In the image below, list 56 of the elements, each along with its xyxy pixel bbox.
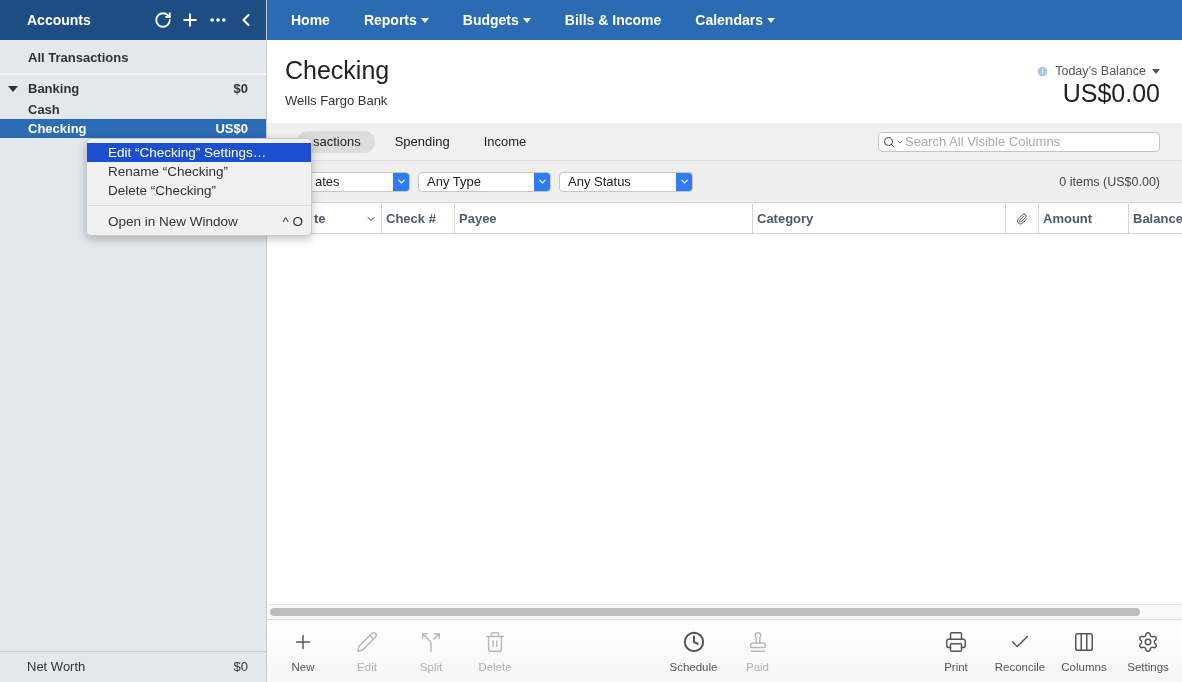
- chevron-down-icon[interactable]: [678, 176, 690, 187]
- all-transactions-item[interactable]: All Transactions: [0, 40, 266, 75]
- balance-label[interactable]: Today’s Balance: [1055, 64, 1146, 78]
- caret-icon[interactable]: [767, 17, 775, 23]
- toolbar-button[interactable]: Settings: [1116, 629, 1180, 673]
- account-item[interactable]: Cash: [0, 100, 266, 119]
- nav-link[interactable]: Reports: [363, 12, 429, 28]
- toolbar-button[interactable]: Columns: [1052, 629, 1116, 673]
- column-header[interactable]: Category: [753, 204, 1006, 233]
- column-header[interactable]: Balance: [1129, 204, 1182, 233]
- toolbar-button[interactable]: New: [271, 629, 335, 673]
- caret-icon[interactable]: [1152, 68, 1160, 74]
- column-header[interactable]: Payee: [455, 204, 753, 233]
- printer-icon: [945, 631, 967, 653]
- chevron-down-icon[interactable]: [395, 176, 407, 187]
- caret-icon[interactable]: [522, 17, 531, 23]
- view-tab[interactable]: Income: [469, 130, 541, 153]
- filter-dropdown[interactable]: Any Status: [559, 171, 693, 192]
- column-header[interactable]: Amount: [1039, 204, 1129, 233]
- refresh-icon[interactable]: [154, 11, 172, 29]
- group-name[interactable]: Banking: [28, 81, 234, 96]
- search-field[interactable]: Search All Visible Columns: [878, 131, 1160, 152]
- columns-icon: [1073, 631, 1095, 653]
- toolbar-button[interactable]: Reconcile: [988, 629, 1052, 673]
- caret-icon[interactable]: [420, 17, 429, 23]
- nav-link[interactable]: Budgets: [462, 12, 531, 28]
- paperclip-icon[interactable]: [1016, 212, 1028, 225]
- clock-icon: [682, 631, 705, 653]
- chevron-down-icon[interactable]: [536, 176, 548, 187]
- toolbar-button[interactable]: Schedule: [661, 629, 726, 673]
- search-input[interactable]: Search All Visible Columns: [905, 133, 1155, 150]
- account-title: Checking: [285, 56, 391, 85]
- net-worth-value: $0: [233, 659, 248, 674]
- account-item[interactable]: Checking US$0: [0, 119, 266, 138]
- balance-value: US$0.00: [1062, 79, 1160, 108]
- pencil-icon: [356, 631, 378, 653]
- search-icon[interactable]: [883, 135, 904, 148]
- items-summary: 0 items (US$0.00): [1059, 174, 1160, 189]
- column-header[interactable]: Check #: [382, 204, 455, 233]
- view-tab[interactable]: Spending: [380, 130, 464, 153]
- info-icon: [1036, 64, 1050, 78]
- settings-icon: [1137, 631, 1159, 653]
- nav-link[interactable]: Calendars: [695, 12, 775, 28]
- split-icon: [420, 631, 442, 653]
- menu-item[interactable]: Edit “Checking” Settings…: [87, 143, 311, 162]
- nav-link[interactable]: Home: [291, 12, 330, 28]
- sidebar-title: Accounts: [27, 12, 92, 28]
- group-total: $0: [233, 81, 248, 96]
- filter-dropdown[interactable]: Any Type: [418, 171, 551, 192]
- net-worth-label: Net Worth: [27, 659, 87, 674]
- add-icon[interactable]: [180, 10, 200, 30]
- horizontal-scrollbar[interactable]: [267, 604, 1182, 620]
- nav-link[interactable]: Bills & Income: [564, 12, 662, 28]
- trash-icon: [484, 631, 506, 653]
- toolbar-button[interactable]: Print: [924, 629, 988, 673]
- account-subtitle: Wells Fargo Bank: [285, 93, 389, 108]
